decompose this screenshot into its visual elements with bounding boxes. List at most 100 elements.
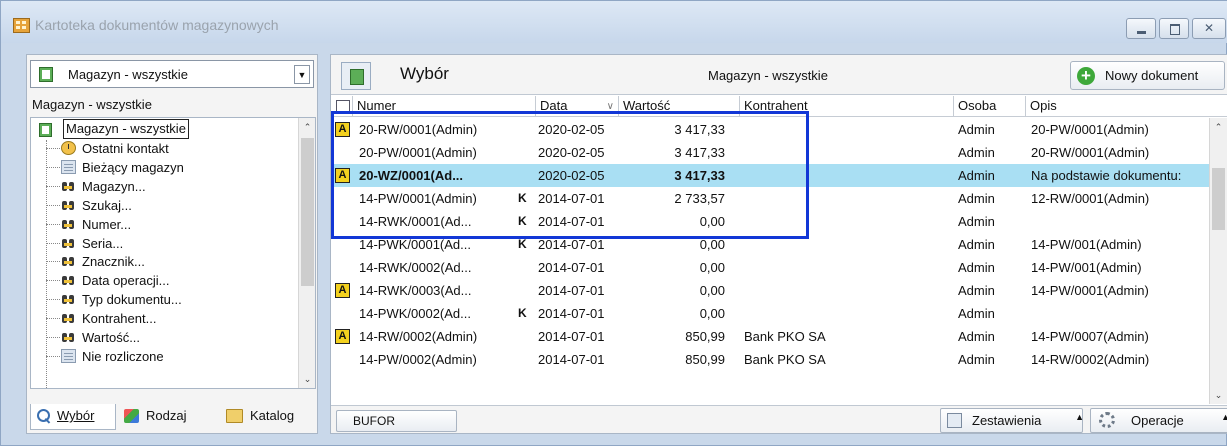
description-cell: 14-PW/0001(Admin) bbox=[1031, 283, 1149, 298]
description-cell: Na podstawie dokumentu: bbox=[1031, 168, 1182, 183]
table-row[interactable]: A 20-RW/0001(Admin) 2020-02-05 3 417,33 Admi… bbox=[331, 118, 1209, 141]
correction-flag-cell bbox=[518, 256, 532, 279]
table-row[interactable]: 14-PWK/0002(Ad... K 2014-07-01 0,00 Admin bbox=[331, 302, 1209, 325]
new-document-button[interactable]: + Nowy dokument bbox=[1070, 61, 1225, 90]
tab-rodzaj[interactable]: Rodzaj bbox=[122, 404, 218, 430]
tree-item[interactable]: Szukaj... bbox=[31, 196, 301, 215]
scroll-up-icon[interactable]: ⌃ bbox=[299, 118, 315, 136]
table-scrollbar[interactable]: ⌃ ⌄ bbox=[1209, 118, 1227, 404]
filter-label: Magazyn - wszystkie bbox=[32, 97, 152, 112]
column-header-numer[interactable]: Numer bbox=[353, 96, 536, 116]
description-cell: 14-PW/001(Admin) bbox=[1031, 260, 1142, 275]
table-row[interactable]: 14-RWK/0001(Ad... K 2014-07-01 0,00 Admin bbox=[331, 210, 1209, 233]
accepted-badge-icon: A bbox=[335, 122, 350, 137]
correction-flag-cell: K bbox=[518, 306, 527, 320]
scroll-down-icon[interactable]: ⌄ bbox=[299, 370, 315, 388]
tab-wybor[interactable]: Wybór bbox=[30, 404, 116, 430]
tree-connector bbox=[46, 299, 60, 301]
select-all-checkbox[interactable] bbox=[331, 96, 353, 116]
tree-item[interactable]: Kontrahent... bbox=[31, 309, 301, 328]
search-icon bbox=[37, 409, 52, 423]
scroll-down-icon[interactable]: ⌄ bbox=[1210, 386, 1227, 404]
document-number-cell: 20-WZ/0001(Ad... bbox=[359, 168, 464, 183]
scroll-up-icon[interactable]: ⌃ bbox=[1210, 118, 1227, 136]
tree-item[interactable]: Seria... bbox=[31, 234, 301, 253]
tree-connector bbox=[46, 148, 60, 149]
column-header-opis[interactable]: Opis bbox=[1026, 96, 1227, 116]
table-row[interactable]: 14-PWK/0001(Ad... K 2014-07-01 0,00 Admin 14-… bbox=[331, 233, 1209, 256]
app-icon bbox=[13, 18, 30, 33]
scroll-thumb[interactable] bbox=[301, 138, 314, 286]
tree-root[interactable]: Magazyn - wszystkie bbox=[31, 119, 291, 139]
chevron-down-icon[interactable]: ▼ bbox=[294, 65, 310, 84]
correction-flag-cell bbox=[518, 141, 532, 164]
expand-icon[interactable]: + bbox=[37, 388, 46, 389]
tree-root-label: Magazyn - wszystkie bbox=[63, 119, 189, 139]
tree-scrollbar[interactable]: ⌃ ⌄ bbox=[298, 118, 315, 388]
warehouse-select-value: Magazyn - wszystkie bbox=[68, 67, 188, 82]
contractor-cell: Bank PKO SA bbox=[744, 329, 826, 344]
title-bar[interactable]: Kartoteka dokumentów magazynowych bbox=[1, 1, 1227, 43]
table-row[interactable]: 14-RWK/0002(Ad... 2014-07-01 0,00 Admin 14-P… bbox=[331, 256, 1209, 279]
person-cell: Admin bbox=[958, 283, 995, 298]
filter-pane: Magazyn - wszystkie ▼ Magazyn - wszystki… bbox=[26, 54, 318, 434]
window-title: Kartoteka dokumentów magazynowych bbox=[35, 17, 279, 33]
document-date-cell: 2014-07-01 bbox=[538, 352, 605, 367]
tree-item[interactable]: Ostatni kontakt bbox=[31, 139, 301, 158]
description-cell bbox=[1031, 210, 1209, 233]
tree-item-label: Data operacji... bbox=[82, 273, 170, 289]
tab-katalog[interactable]: Katalog bbox=[224, 404, 316, 430]
document-value-cell: 0,00 bbox=[699, 260, 725, 275]
column-header-data[interactable]: Data ∨ bbox=[536, 96, 619, 116]
reports-button[interactable]: Zestawienia ▲ bbox=[940, 408, 1084, 433]
person-cell: Admin bbox=[958, 122, 995, 137]
tree-item-label: Nie rozliczone bbox=[82, 348, 164, 364]
column-header-kontrahent[interactable]: Kontrahent bbox=[740, 96, 954, 116]
table-row[interactable]: 14-PW/0002(Admin) 2014-07-01 850,99 Bank PK… bbox=[331, 348, 1209, 371]
operations-button[interactable]: Operacje ▲ bbox=[1090, 408, 1227, 433]
tree-connector bbox=[46, 242, 60, 244]
tree-item[interactable]: Magazyn... bbox=[31, 177, 301, 196]
bufor-button[interactable]: BUFOR bbox=[336, 410, 457, 432]
scroll-thumb[interactable] bbox=[1212, 168, 1225, 230]
description-cell: 12-RW/0001(Admin) bbox=[1031, 191, 1150, 206]
column-header-wartosc[interactable]: Wartość bbox=[619, 96, 740, 116]
tree-item[interactable]: Znacznik... bbox=[31, 252, 301, 271]
tree-connector bbox=[46, 280, 60, 282]
correction-flag-cell bbox=[518, 325, 532, 348]
binoculars-icon bbox=[61, 198, 76, 212]
tree-item[interactable]: Nie rozliczone bbox=[31, 347, 301, 366]
table-row[interactable]: A 14-RW/0002(Admin) 2014-07-01 850,99 Bank P… bbox=[331, 325, 1209, 348]
tree-connector bbox=[46, 166, 60, 168]
tree-item-label: Bieżący magazyn bbox=[82, 159, 184, 175]
tree-item[interactable]: Typ dokumentu... bbox=[31, 290, 301, 309]
document-value-cell: 0,00 bbox=[699, 306, 725, 321]
table-row[interactable]: 20-PW/0001(Admin) 2020-02-05 3 417,33 Admin… bbox=[331, 141, 1209, 164]
table-header: Numer Data ∨ Wartość Kontrahent Osoba Opi… bbox=[331, 96, 1227, 117]
accepted-badge-icon: A bbox=[335, 168, 350, 183]
list-footer: BUFOR Zestawienia ▲ Operacje ▲ bbox=[331, 405, 1227, 433]
document-value-cell: 3 417,33 bbox=[674, 168, 725, 183]
person-cell: Admin bbox=[958, 352, 995, 367]
selection-icon[interactable] bbox=[341, 62, 371, 90]
table-row[interactable]: A 14-RWK/0003(Ad... 2014-07-01 0,00 Admin 14-… bbox=[331, 279, 1209, 302]
maximize-button[interactable] bbox=[1159, 18, 1189, 39]
minimize-button[interactable] bbox=[1126, 18, 1156, 39]
plus-icon: + bbox=[1077, 67, 1095, 85]
table-row[interactable]: 14-PW/0001(Admin) K 2014-07-01 2 733,57 Admi… bbox=[331, 187, 1209, 210]
close-button[interactable] bbox=[1192, 18, 1226, 39]
tree-item[interactable]: Data operacji... bbox=[31, 271, 301, 290]
description-cell: 14-RW/0002(Admin) bbox=[1031, 352, 1150, 367]
binoculars-icon bbox=[61, 273, 76, 287]
table-row[interactable]: A 20-WZ/0001(Ad... 2020-02-05 3 417,33 Admin… bbox=[331, 164, 1209, 187]
tree-item[interactable]: Wartość... bbox=[31, 328, 301, 347]
tree-item[interactable]: Numer... bbox=[31, 215, 301, 234]
correction-flag-cell: K bbox=[518, 237, 527, 251]
reports-label: Zestawienia bbox=[972, 413, 1042, 428]
warehouse-icon bbox=[39, 123, 52, 137]
tree-item[interactable]: Bieżący magazyn bbox=[31, 158, 301, 177]
column-label: Opis bbox=[1030, 98, 1057, 113]
column-header-osoba[interactable]: Osoba bbox=[954, 96, 1026, 116]
column-label: Numer bbox=[357, 98, 397, 113]
warehouse-select[interactable]: Magazyn - wszystkie ▼ bbox=[30, 60, 314, 88]
